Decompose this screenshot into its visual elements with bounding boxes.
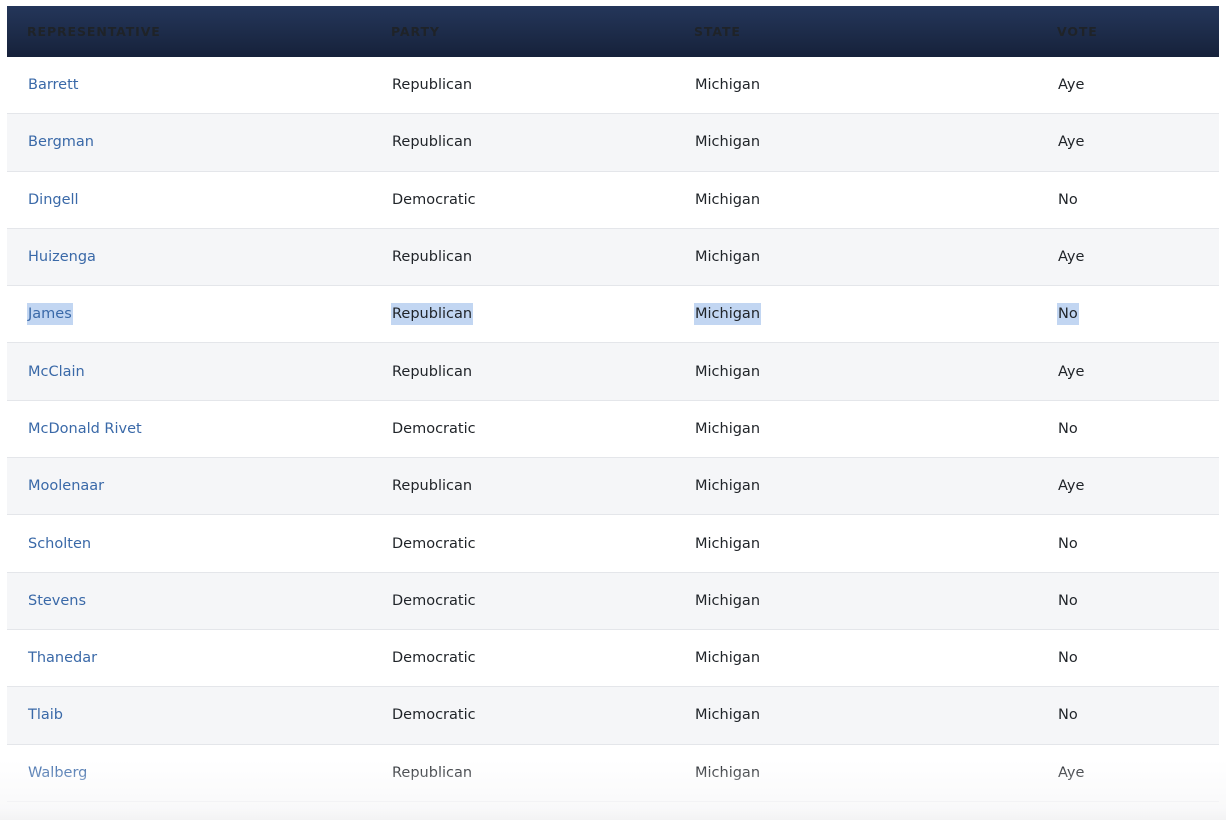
representative-link[interactable]: Scholten (27, 533, 92, 555)
representative-link[interactable]: Bergman (27, 131, 95, 153)
table-row: McDonald Rivet Democratic Michigan No (7, 401, 1219, 459)
table-row: Barrett Republican Michigan Aye (7, 57, 1219, 115)
representative-link[interactable]: Barrett (27, 74, 79, 96)
party-cell: Republican (392, 764, 473, 781)
representative-link[interactable]: Walberg (27, 762, 88, 784)
table-row: McClain Republican Michigan Aye (7, 343, 1219, 401)
column-header-vote[interactable]: VOTE (1037, 24, 1219, 39)
table-header: REPRESENTATIVE PARTY STATE VOTE (7, 6, 1219, 57)
representative-link[interactable]: James (27, 303, 73, 326)
state-cell: Michigan (695, 707, 761, 724)
vote-cell: No (1057, 303, 1079, 326)
party-cell: Democratic (392, 420, 476, 437)
party-cell: Republican (392, 478, 473, 495)
table-row: Dingell Democratic Michigan No (7, 172, 1219, 229)
vote-cell: Aye (1058, 363, 1085, 380)
table-row: Thanedar Democratic Michigan No (7, 630, 1219, 688)
vote-cell: No (1058, 535, 1078, 552)
party-cell: Democratic (392, 191, 476, 208)
party-cell: Republican (392, 77, 473, 94)
representative-link[interactable]: Huizenga (27, 246, 97, 268)
state-cell: Michigan (695, 420, 761, 437)
state-cell: Michigan (695, 650, 761, 667)
state-cell: Michigan (695, 592, 761, 609)
table-row: Walberg Republican Michigan Aye (7, 745, 1219, 802)
page: REPRESENTATIVE PARTY STATE VOTE Barrett … (0, 0, 1226, 820)
representative-link[interactable]: McDonald Rivet (27, 418, 143, 440)
state-cell: Michigan (694, 303, 762, 326)
representative-link[interactable]: McClain (27, 361, 86, 383)
table-row: Tlaib Democratic Michigan No (7, 687, 1219, 745)
representative-link[interactable]: Dingell (27, 189, 80, 211)
representative-link[interactable]: Tlaib (27, 704, 64, 726)
table-row: Scholten Democratic Michigan No (7, 515, 1219, 573)
state-cell: Michigan (695, 363, 761, 380)
party-cell: Democratic (392, 535, 476, 552)
representative-link[interactable]: Stevens (27, 590, 87, 612)
state-cell: Michigan (695, 77, 761, 94)
state-cell: Michigan (695, 535, 761, 552)
vote-cell: Aye (1058, 77, 1085, 94)
party-cell: Republican (392, 249, 473, 266)
vote-cell: No (1058, 707, 1078, 724)
vote-cell: No (1058, 592, 1078, 609)
state-cell: Michigan (695, 764, 761, 781)
vote-cell: Aye (1058, 764, 1085, 781)
vote-cell: Aye (1058, 249, 1085, 266)
vote-cell: No (1058, 420, 1078, 437)
column-header-representative[interactable]: REPRESENTATIVE (7, 24, 371, 39)
state-cell: Michigan (695, 134, 761, 151)
party-cell: Democratic (392, 592, 476, 609)
vote-cell: No (1058, 650, 1078, 667)
party-cell: Democratic (392, 707, 476, 724)
representative-link[interactable]: Thanedar (27, 647, 98, 669)
table-row: Stevens Democratic Michigan No (7, 572, 1219, 630)
party-cell: Republican (391, 303, 474, 326)
party-cell: Democratic (392, 650, 476, 667)
roll-call-table: REPRESENTATIVE PARTY STATE VOTE Barrett … (7, 6, 1219, 802)
state-cell: Michigan (695, 478, 761, 495)
column-header-party[interactable]: PARTY (371, 24, 674, 39)
state-cell: Michigan (695, 249, 761, 266)
column-header-state[interactable]: STATE (674, 24, 1037, 39)
table-row-selected: James Republican Michigan No (7, 286, 1219, 344)
table-row: Moolenaar Republican Michigan Aye (7, 458, 1219, 516)
table-row: Huizenga Republican Michigan Aye (7, 228, 1219, 287)
table-row: Bergman Republican Michigan Aye (7, 114, 1219, 172)
vote-cell: No (1058, 191, 1078, 208)
vote-cell: Aye (1058, 478, 1085, 495)
state-cell: Michigan (695, 191, 761, 208)
representative-link[interactable]: Moolenaar (27, 475, 105, 497)
vote-cell: Aye (1058, 134, 1085, 151)
party-cell: Republican (392, 134, 473, 151)
party-cell: Republican (392, 363, 473, 380)
